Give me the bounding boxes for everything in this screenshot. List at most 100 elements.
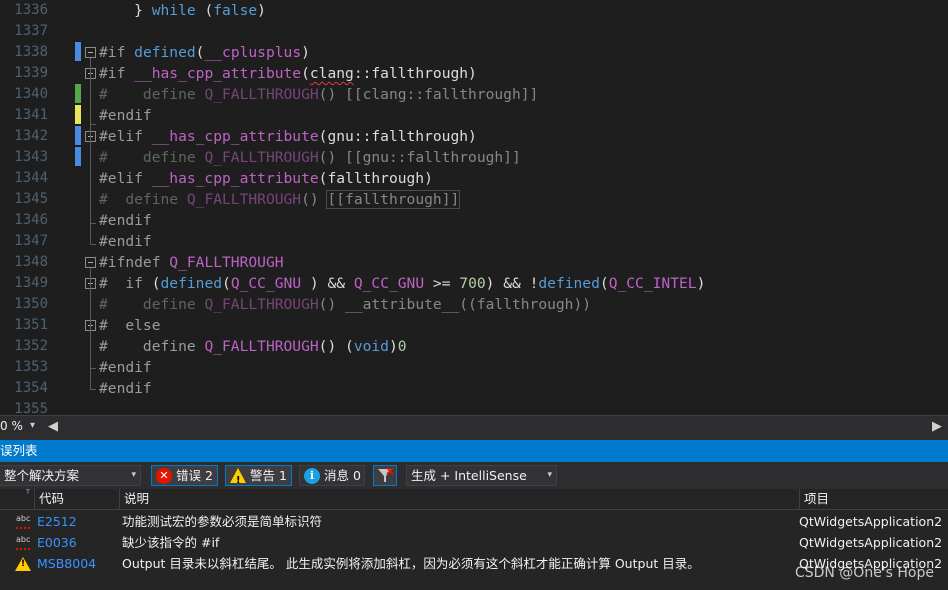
code-token: #endif xyxy=(99,212,152,229)
messages-filter-button[interactable]: i 消息 0 xyxy=(299,465,365,486)
code-token: defined xyxy=(538,275,600,292)
code-token: # if xyxy=(99,275,152,292)
code-line[interactable]: #endif xyxy=(99,231,152,252)
code-line[interactable]: #if defined(__cplusplus) xyxy=(99,42,310,63)
code-token: Q_CC_GNU xyxy=(230,275,302,292)
code-token: ( xyxy=(151,275,161,292)
code-token: () [[clang::fallthrough]] xyxy=(318,86,539,103)
code-line[interactable]: #endif xyxy=(99,378,152,399)
change-marker xyxy=(75,126,81,145)
code-line[interactable]: #endif xyxy=(99,105,152,126)
errors-filter-button[interactable]: ✕ 错误 2 xyxy=(151,465,218,486)
code-line[interactable]: #endif xyxy=(99,357,152,378)
line-number: 1337 xyxy=(14,23,48,39)
error-icon: ✕ xyxy=(156,467,172,484)
code-line[interactable]: # else xyxy=(99,315,161,336)
editor-status-strip: 0 % ▾ ◀ ▶ xyxy=(0,415,948,440)
code-column-header[interactable]: 代码 xyxy=(34,489,119,510)
line-number: 1338 xyxy=(14,44,48,60)
error-row[interactable]: abc E2512 功能测试宏的参数必须是简单标识符 QtWidgetsApplica… xyxy=(0,511,948,532)
chevron-down-icon: ▾ xyxy=(30,420,36,431)
fold-guide-end xyxy=(90,368,96,369)
warnings-label: 警告 1 xyxy=(250,468,287,483)
fold-guide xyxy=(90,331,91,369)
code-token: Q_FALLTHROUGH xyxy=(169,254,284,271)
code-token: () xyxy=(301,191,328,208)
code-token: 700 xyxy=(459,275,486,292)
code-token: ) xyxy=(301,44,310,61)
error-project: QtWidgetsApplication2 xyxy=(799,514,943,529)
fold-collapse-icon[interactable] xyxy=(85,47,96,58)
code-line[interactable]: # define Q_FALLTHROUGH() __attribute__((… xyxy=(99,294,591,315)
error-code-link[interactable]: MSB8004 xyxy=(37,553,96,574)
line-number: 1343 xyxy=(14,149,48,165)
code-line[interactable]: # define Q_FALLTHROUGH() [[gnu::fallthro… xyxy=(99,147,521,168)
code-token: __has_cpp_attribute xyxy=(151,170,319,187)
line-number: 1348 xyxy=(14,254,48,270)
code-line[interactable]: # define Q_FALLTHROUGH() [[fallthrough]] xyxy=(99,189,461,210)
code-line[interactable]: # if (defined(Q_CC_GNU ) && Q_CC_GNU >= … xyxy=(99,273,705,294)
project-column-header[interactable]: 项目 xyxy=(799,489,948,510)
build-filter-dropdown[interactable]: 生成 + IntelliSense ▾ xyxy=(406,465,557,486)
change-marker xyxy=(75,42,81,61)
code-token: #elif xyxy=(99,128,152,145)
code-line[interactable]: } while (false) xyxy=(99,0,266,21)
code-token: void xyxy=(353,338,389,355)
fold-guide-end xyxy=(90,124,96,125)
code-token: Q_FALLTHROUGH xyxy=(204,338,319,355)
fold-guide xyxy=(90,268,91,390)
fold-collapse-icon[interactable] xyxy=(85,257,96,268)
line-number: 1350 xyxy=(14,296,48,312)
description-column-header[interactable]: 说明 xyxy=(119,489,799,510)
code-line[interactable]: #elif __has_cpp_attribute(gnu::fallthrou… xyxy=(99,126,477,147)
scope-dropdown[interactable]: 整个解决方案 ▾ xyxy=(0,465,141,486)
code-token: #ifndef xyxy=(99,254,170,271)
scroll-left-icon[interactable]: ◀ xyxy=(48,419,58,434)
info-icon: i xyxy=(304,467,320,484)
line-number: 1352 xyxy=(14,338,48,354)
code-line[interactable]: #elif __has_cpp_attribute(fallthrough) xyxy=(99,168,433,189)
code-token: () [[fallthrough]] xyxy=(301,190,461,209)
code-token: Q_FALLTHROUGH xyxy=(186,191,302,208)
watermark: CSDN @One's Hope xyxy=(794,565,934,581)
scroll-right-icon[interactable]: ▶ xyxy=(932,419,942,434)
code-token: ) xyxy=(388,338,398,355)
code-token: () [[gnu::fallthrough]] xyxy=(318,149,521,166)
error-code-link[interactable]: E2512 xyxy=(37,511,77,532)
intellisense-error-icon: abc xyxy=(16,514,31,529)
line-number: 1351 xyxy=(14,317,48,333)
code-token: #endif xyxy=(99,359,152,376)
error-code-link[interactable]: E0036 xyxy=(37,532,77,553)
code-token: ::fallthrough) xyxy=(353,65,477,82)
code-line[interactable]: # define Q_FALLTHROUGH() (void)0 xyxy=(99,336,407,357)
error-row[interactable]: abc E0036 缺少该指令的 #if QtWidgetsApplication2 xyxy=(0,532,948,553)
code-token: #endif xyxy=(99,380,152,397)
bracket-match-highlight: [[fallthrough]] xyxy=(326,190,461,209)
code-token: #elif xyxy=(99,170,152,187)
error-list-title[interactable]: 误列表 xyxy=(0,440,948,462)
code-token: #endif xyxy=(99,107,152,124)
line-number: 1354 xyxy=(14,380,48,396)
code-token: Q_CC_GNU xyxy=(353,275,425,292)
code-editor[interactable]: 1336 1337 1338 1339 1340 1341 1342 1343 1344 1345… xyxy=(0,0,948,415)
sort-indicator-icon: ᵀ xyxy=(26,489,30,500)
errors-label: 错误 2 xyxy=(176,468,213,483)
error-project: QtWidgetsApplication2 xyxy=(799,535,943,550)
code-line[interactable]: #if __has_cpp_attribute(clang::fallthrou… xyxy=(99,63,477,84)
intellisense-error-icon: abc xyxy=(16,535,31,550)
code-line[interactable]: #endif xyxy=(99,210,152,231)
code-line[interactable]: #ifndef Q_FALLTHROUGH xyxy=(99,252,284,273)
line-number-gutter: 1336 1337 1338 1339 1340 1341 1342 1343 1344 1345… xyxy=(0,0,50,415)
code-line[interactable]: # define Q_FALLTHROUGH() [[clang::fallth… xyxy=(99,84,538,105)
zoom-level-dropdown[interactable]: 0 % ▾ xyxy=(0,416,55,440)
filter-toggle-button[interactable] xyxy=(373,465,397,486)
code-token: __cplusplus xyxy=(204,44,302,61)
code-token: (fallthrough) xyxy=(318,170,433,187)
line-number: 1340 xyxy=(14,86,48,102)
code-token: () __attribute__((fallthrough)) xyxy=(318,296,592,313)
code-token: ( xyxy=(301,65,310,82)
severity-column-header[interactable]: ᵀ xyxy=(12,489,34,510)
warnings-filter-button[interactable]: ! 警告 1 xyxy=(225,465,292,486)
code-token: clang xyxy=(309,65,354,82)
change-marker xyxy=(75,105,81,124)
